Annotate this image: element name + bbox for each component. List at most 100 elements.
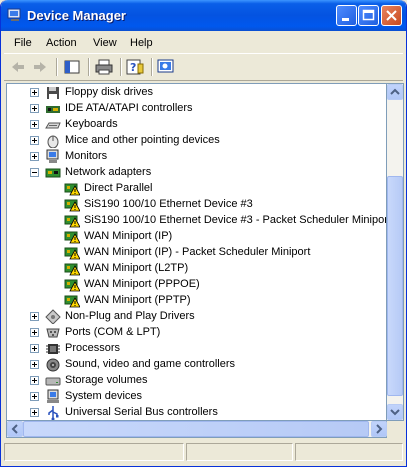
toolbar: ? <box>4 53 403 81</box>
monitor-icon <box>46 149 59 163</box>
expand-toggle[interactable] <box>30 104 39 113</box>
expand-toggle[interactable] <box>30 136 39 145</box>
warning-adapter-icon <box>64 183 80 196</box>
tree-item-label: WAN Miniport (IP) - Packet Scheduler Min… <box>84 246 311 258</box>
usb-icon <box>48 406 59 420</box>
print-icon[interactable] <box>94 58 114 76</box>
warning-adapter-icon <box>64 247 80 260</box>
tree-item-label: WAN Miniport (L2TP) <box>84 262 189 274</box>
warning-adapter-icon <box>64 263 80 276</box>
tree-item-label: Non-Plug and Play Drivers <box>65 310 195 322</box>
expand-toggle[interactable] <box>30 392 39 401</box>
menu-view[interactable]: View <box>93 37 117 49</box>
title-bar[interactable]: Device Manager <box>1 0 406 31</box>
menu-action[interactable]: Action <box>46 37 77 49</box>
minimize-button[interactable] <box>336 5 357 26</box>
tree-item-label: Network adapters <box>65 166 152 178</box>
toolbar-separator <box>88 58 90 76</box>
mouse-icon <box>47 135 59 148</box>
vertical-scroll-thumb[interactable] <box>387 176 403 396</box>
scroll-right-button[interactable] <box>371 421 387 437</box>
tree-item-label: Monitors <box>65 150 108 162</box>
expand-toggle[interactable] <box>30 408 39 417</box>
tree-item-label: Floppy disk drives <box>65 86 154 98</box>
tree-item-label: WAN Miniport (PPPOE) <box>84 278 200 290</box>
menu-bar: File Action View Help <box>4 33 403 53</box>
arrow-down-icon <box>390 409 400 416</box>
status-bar <box>4 441 403 463</box>
network-adapter-icon <box>45 168 61 178</box>
toolbar-separator <box>56 58 58 76</box>
tree-item-label: WAN Miniport (PPTP) <box>84 294 191 306</box>
horizontal-scroll-thumb[interactable] <box>23 421 369 437</box>
toolbar-separator <box>151 58 153 76</box>
status-panel <box>186 443 293 461</box>
device-manager-window: Device Manager File Action View Help ? F… <box>0 0 407 467</box>
scroll-up-button[interactable] <box>387 84 403 100</box>
status-panel <box>4 443 184 461</box>
warning-adapter-icon <box>64 199 80 212</box>
tree-item-label: Ports (COM & LPT) <box>65 326 161 338</box>
back-arrow-icon[interactable] <box>8 58 28 76</box>
expand-toggle[interactable] <box>30 152 39 161</box>
system-icon <box>47 389 59 403</box>
storage-icon <box>45 377 61 386</box>
scrollbar-corner <box>387 421 404 438</box>
menu-file[interactable]: File <box>14 37 32 49</box>
show-hide-tree-icon[interactable] <box>62 58 82 76</box>
tree-item-label: Sound, video and game controllers <box>65 358 235 370</box>
maximize-button[interactable] <box>358 5 379 26</box>
menu-help[interactable]: Help <box>130 37 153 49</box>
arrow-up-icon <box>390 88 400 95</box>
tree-item-label: SiS190 100/10 Ethernet Device #3 <box>84 198 253 210</box>
scan-hardware-icon[interactable] <box>156 58 176 76</box>
scroll-left-button[interactable] <box>7 421 23 437</box>
window-title: Device Manager <box>27 8 126 23</box>
tree-item-label: System devices <box>65 390 143 402</box>
forward-arrow-icon[interactable] <box>30 58 50 76</box>
scroll-down-button[interactable] <box>387 404 403 420</box>
arrow-left-icon <box>11 424 18 434</box>
arrow-right-icon <box>376 424 383 434</box>
collapse-toggle[interactable] <box>30 168 39 177</box>
help-icon[interactable]: ? <box>125 58 145 76</box>
expand-toggle[interactable] <box>30 376 39 385</box>
warning-adapter-icon <box>64 215 80 228</box>
keyboard-icon <box>45 122 61 129</box>
port-icon <box>46 328 60 338</box>
expand-toggle[interactable] <box>30 312 39 321</box>
horizontal-scrollbar[interactable] <box>6 421 387 438</box>
sound-icon <box>46 358 60 372</box>
maximize-icon <box>362 9 375 21</box>
tree-item-label: Universal Serial Bus controllers <box>65 406 218 418</box>
tree-item-label: Keyboards <box>65 118 118 130</box>
minimize-icon <box>342 18 349 21</box>
tree-item-label: WAN Miniport (IP) <box>84 230 173 242</box>
tree-item-label: Storage volumes <box>65 374 148 386</box>
tree-item-label: Processors <box>65 342 121 354</box>
expand-toggle[interactable] <box>30 344 39 353</box>
warning-adapter-icon <box>64 295 80 308</box>
device-manager-icon <box>7 8 21 21</box>
expand-toggle[interactable] <box>30 360 39 369</box>
toolbar-separator <box>120 58 122 76</box>
expand-toggle[interactable] <box>30 120 39 129</box>
tree-item-label: Mice and other pointing devices <box>65 134 220 146</box>
ide-controller-icon <box>46 106 60 113</box>
vertical-scrollbar[interactable] <box>387 83 404 421</box>
close-icon <box>386 10 397 21</box>
floppy-icon <box>47 87 59 99</box>
tree-item-label: Direct Parallel <box>84 182 153 194</box>
warning-adapter-icon <box>64 279 80 292</box>
processor-icon <box>46 344 60 354</box>
status-panel <box>295 443 403 461</box>
svg-text:?: ? <box>130 61 136 74</box>
expand-toggle[interactable] <box>30 88 39 97</box>
device-tree[interactable]: Floppy disk drives IDE ATA/ATAPI controll… <box>6 83 387 421</box>
tree-item-label: IDE ATA/ATAPI controllers <box>65 102 193 114</box>
warning-adapter-icon <box>64 231 80 244</box>
expand-toggle[interactable] <box>30 328 39 337</box>
close-button[interactable] <box>381 5 402 26</box>
driver-icon <box>45 309 61 324</box>
tree-item-label: SiS190 100/10 Ethernet Device #3 - Packe… <box>84 214 387 226</box>
